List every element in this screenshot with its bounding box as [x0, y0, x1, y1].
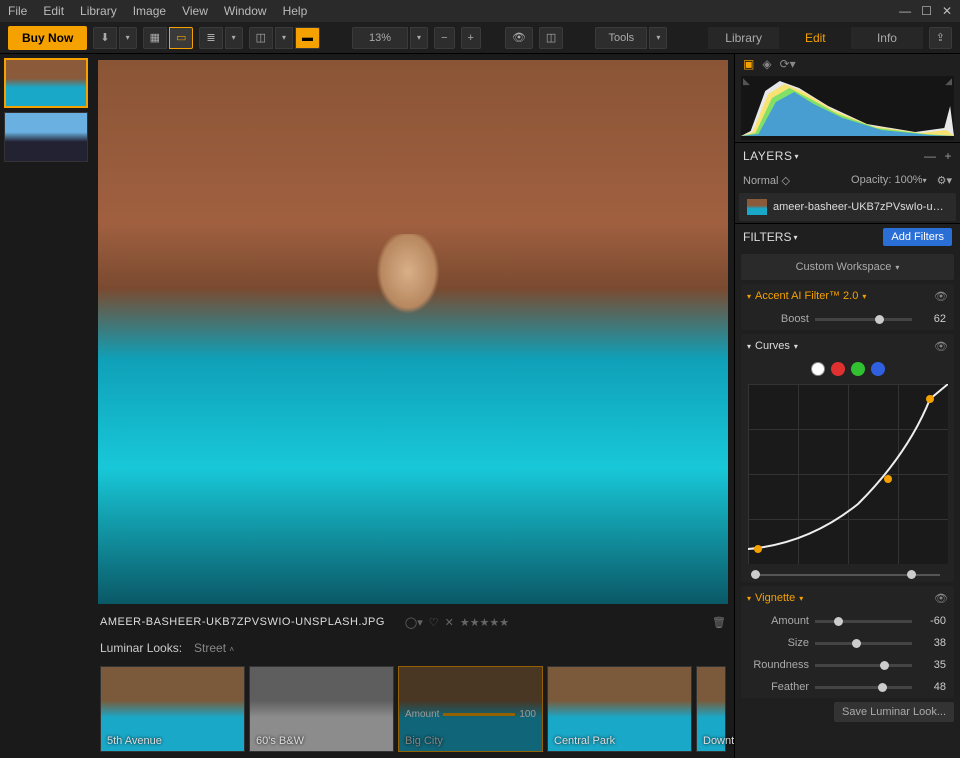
filter-accent-ai: ▾ Accent AI Filter™ 2.0 ▾ 👁 Boost 62 [741, 284, 954, 330]
blend-mode-select[interactable]: Normal ◇ [743, 174, 790, 187]
filter-curves-eye-icon[interactable]: 👁 [934, 340, 948, 353]
center-area: AMEER-BASHEER-UKB7ZPVSWIO-UNSPLASH.JPG ◯… [92, 54, 734, 758]
rating-stars[interactable]: ★★★★★ [460, 616, 509, 629]
zoom-dropdown[interactable]: ▾ [410, 27, 428, 49]
look-5th-avenue[interactable]: 5th Avenue [100, 666, 245, 752]
workspace-select[interactable]: Custom Workspace ▾ [741, 254, 954, 280]
curve-channel-lum[interactable] [811, 362, 825, 376]
menubar: File Edit Library Image View Window Help… [0, 0, 960, 22]
image-canvas[interactable] [98, 60, 728, 604]
zoom-out-button[interactable]: − [434, 27, 454, 49]
list-dropdown[interactable]: ▾ [225, 27, 243, 49]
filmstrip [0, 54, 92, 758]
clip-highlight-icon[interactable]: ◢ [945, 76, 952, 87]
filename-label: AMEER-BASHEER-UKB7ZPVSWIO-UNSPLASH.JPG [100, 616, 385, 628]
filter-curves-name[interactable]: Curves [755, 340, 790, 352]
window-maximize-icon[interactable]: ☐ [921, 4, 932, 18]
vignette-feather-slider[interactable]: Feather 48 [741, 676, 954, 698]
before-after-button[interactable]: ◫ [539, 27, 563, 49]
curve-white-point[interactable] [907, 570, 916, 579]
filter-vignette: ▾ Vignette ▾ 👁 Amount -60 Size 38 Roundn… [741, 586, 954, 698]
export-dropdown[interactable]: ▾ [119, 27, 137, 49]
compare-button[interactable]: ◫ [249, 27, 273, 49]
looks-strip: 5th Avenue 60's B&W Amount100 Big City C… [92, 662, 734, 758]
buy-now-button[interactable]: Buy Now [8, 26, 87, 50]
save-look-button[interactable]: Save Luminar Look... [834, 702, 954, 722]
filter-vignette-name[interactable]: Vignette [755, 592, 795, 604]
trash-icon[interactable]: 🗑 [712, 616, 726, 629]
toolbar: Buy Now ⬇ ▾ ▦ ▭ ≣ ▾ ◫ ▾ ▬ 13% ▾ − + 👁 ◫ … [0, 22, 960, 54]
preview-toggle[interactable]: 👁 [505, 27, 533, 49]
curve-channel-red[interactable] [831, 362, 845, 376]
filter-curves: ▾ Curves ▾ 👁 [741, 334, 954, 582]
layer-row[interactable]: ameer-basheer-UKB7zPVswIo-uns... [739, 193, 956, 221]
boost-slider[interactable]: Boost 62 [741, 308, 954, 330]
curves-graph[interactable] [748, 384, 948, 564]
filmstrip-toggle[interactable]: ▬ [295, 27, 320, 49]
vignette-size-slider[interactable]: Size 38 [741, 632, 954, 654]
layers-collapse-icon[interactable]: — [924, 149, 937, 163]
favorite-icon[interactable]: ♡ [429, 616, 439, 629]
curve-black-point[interactable] [751, 570, 760, 579]
curve-channel-blue[interactable] [871, 362, 885, 376]
clip-shadow-icon[interactable]: ◣ [743, 76, 750, 87]
filter-accent-eye-icon[interactable]: 👁 [934, 290, 948, 303]
look-downtown[interactable]: Downt... [696, 666, 726, 752]
look-central-park[interactable]: Central Park [547, 666, 692, 752]
color-label-icon[interactable]: ◯▾ [405, 616, 423, 629]
menu-image[interactable]: Image [133, 4, 166, 18]
tab-library[interactable]: Library [708, 27, 780, 49]
look-60s-bw[interactable]: 60's B&W [249, 666, 394, 752]
layer-thumbnail [747, 199, 767, 215]
view-grid-button[interactable]: ▦ [143, 27, 167, 49]
layer-name: ameer-basheer-UKB7zPVswIo-uns... [773, 201, 948, 213]
looks-category[interactable]: Street ˄ [194, 641, 234, 655]
list-view-button[interactable]: ≣ [199, 27, 222, 49]
share-button[interactable]: ⇪ [929, 27, 952, 49]
histogram-history-icon[interactable]: ⟳▾ [780, 57, 796, 71]
window-minimize-icon[interactable]: — [899, 4, 911, 18]
filter-accent-name[interactable]: Accent AI Filter™ 2.0 [755, 290, 858, 302]
menu-file[interactable]: File [8, 4, 27, 18]
view-single-button[interactable]: ▭ [169, 27, 193, 49]
filters-title: FILTERS [743, 230, 791, 244]
menu-window[interactable]: Window [224, 4, 267, 18]
look-big-city[interactable]: Amount100 Big City [398, 666, 543, 752]
filter-vignette-eye-icon[interactable]: 👁 [934, 592, 948, 605]
add-filters-button[interactable]: Add Filters [883, 228, 952, 246]
histogram-image-icon[interactable]: ▣ [743, 57, 754, 71]
filmstrip-thumb-2[interactable] [4, 112, 88, 162]
layers-title: LAYERS [743, 149, 792, 163]
histogram-layers-icon[interactable]: ◈ [762, 57, 771, 71]
reject-icon[interactable]: ✕ [445, 616, 454, 629]
export-button[interactable]: ⬇ [93, 27, 116, 49]
zoom-value[interactable]: 13% [352, 27, 408, 49]
tools-dropdown[interactable]: ▾ [649, 27, 667, 49]
menu-view[interactable]: View [182, 4, 208, 18]
tab-info[interactable]: Info [851, 27, 923, 49]
layer-gear-icon[interactable]: ⚙▾ [937, 174, 952, 187]
add-layer-button[interactable]: + [944, 149, 952, 163]
menu-edit[interactable]: Edit [43, 4, 64, 18]
looks-label: Luminar Looks: [100, 641, 182, 655]
filmstrip-thumb-1[interactable] [4, 58, 88, 108]
compare-dropdown[interactable]: ▾ [275, 27, 293, 49]
zoom-in-button[interactable]: + [461, 27, 481, 49]
vignette-amount-slider[interactable]: Amount -60 [741, 610, 954, 632]
curve-channel-green[interactable] [851, 362, 865, 376]
right-panel: ▣ ◈ ⟳▾ ◣ ◢ LAYERS▾ — + Normal ◇ Opacity:… [734, 54, 960, 758]
histogram[interactable]: ◣ ◢ [741, 76, 954, 140]
tab-edit[interactable]: Edit [779, 27, 851, 49]
menu-library[interactable]: Library [80, 4, 117, 18]
window-close-icon[interactable]: ✕ [942, 4, 952, 18]
vignette-roundness-slider[interactable]: Roundness 35 [741, 654, 954, 676]
menu-help[interactable]: Help [283, 4, 308, 18]
tools-button[interactable]: Tools [595, 27, 647, 49]
